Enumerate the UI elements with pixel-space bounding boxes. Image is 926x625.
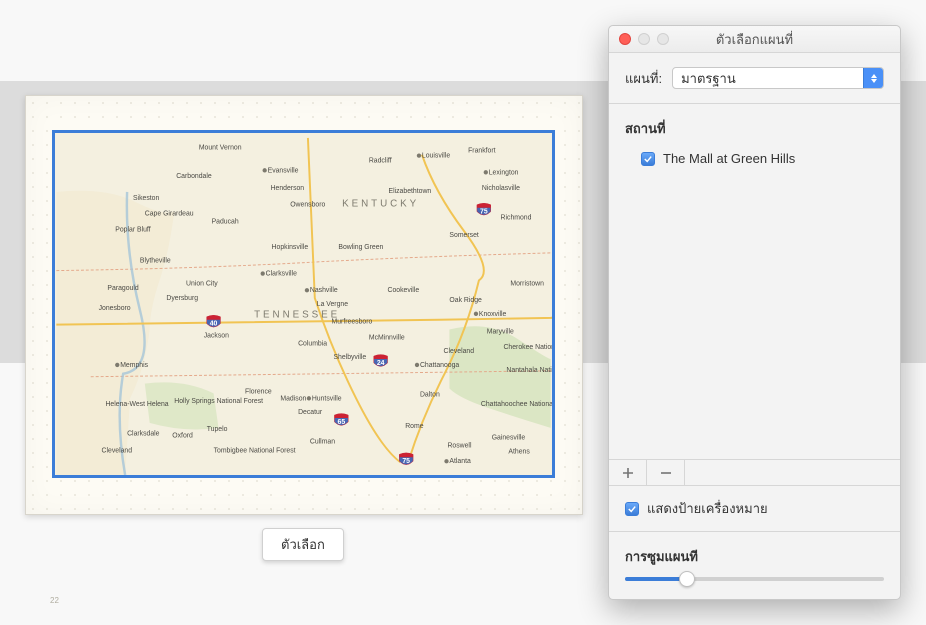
map-city-label: Columbia: [298, 340, 327, 347]
map-city-label: Louisville: [422, 153, 450, 160]
maximize-button[interactable]: [657, 33, 669, 45]
map-city-label: Nantahala National Forest: [506, 367, 552, 374]
svg-text:65: 65: [338, 419, 346, 426]
places-title: สถานที่: [625, 118, 884, 139]
map-city-label: Athens: [508, 448, 530, 455]
map-city-label: Dyersburg: [166, 295, 198, 302]
map-city-label: Richmond: [501, 214, 532, 221]
remove-place-button[interactable]: [647, 460, 685, 485]
show-labels-label: แสดงป้ายเครื่องหมาย: [647, 498, 768, 519]
svg-text:75: 75: [402, 458, 410, 465]
map-city-label: Dalton: [420, 391, 440, 398]
map-city-label: Somerset: [449, 232, 478, 239]
map-city-label: Shelbyville: [333, 354, 366, 361]
map-type-label: แผนที่:: [625, 68, 662, 89]
map-city-label: Henderson: [271, 185, 305, 192]
map-city-label: Oxford: [172, 433, 193, 440]
checkmark-icon: [628, 505, 636, 513]
plus-icon: [622, 467, 634, 479]
map-city-label: Memphis: [120, 362, 148, 369]
map-city-label: Jonesboro: [99, 305, 131, 312]
map-city-label: Nashville: [310, 287, 338, 294]
map-city-label: Atlanta: [449, 458, 471, 465]
map-city-label: Paducah: [212, 218, 239, 225]
map-city-label: Oak Ridge: [449, 297, 482, 304]
zoom-slider[interactable]: [625, 577, 884, 581]
close-button[interactable]: [619, 33, 631, 45]
svg-text:75: 75: [480, 209, 488, 216]
map-city-label: Nicholasville: [482, 185, 520, 192]
map-city-label: Union City: [186, 280, 218, 287]
map-city-label: Jackson: [204, 332, 229, 339]
map-city-label: Morristown: [510, 280, 544, 287]
map-city-label: Cherokee National Forest: [503, 344, 552, 351]
options-button[interactable]: ตัวเลือก: [262, 528, 344, 561]
map-state-label: TENNESSEE: [254, 310, 340, 321]
svg-text:24: 24: [377, 360, 385, 367]
map-city-label: Elizabethtown: [389, 188, 432, 195]
add-place-button[interactable]: [609, 460, 647, 485]
minimize-button[interactable]: [638, 33, 650, 45]
map-city-label: Mount Vernon: [199, 145, 242, 152]
map-city-label: Chattahoochee National Forest: [481, 401, 552, 408]
map-city-label: Bowling Green: [338, 244, 383, 251]
map-city-label: Radcliff: [369, 157, 392, 164]
map-city-label: Cape Girardeau: [145, 211, 194, 218]
map-city-label: Cleveland: [444, 348, 475, 355]
map-city-label: Cookeville: [388, 287, 420, 294]
place-label: The Mall at Green Hills: [663, 151, 795, 166]
map-city-label: Lexington: [489, 169, 519, 176]
map-type-value: มาตรฐาน: [681, 68, 736, 89]
map-city-label: McMinnville: [369, 334, 405, 341]
map-city-label: Cullman: [310, 439, 335, 446]
zoom-title: การซูมแผนที: [625, 546, 884, 567]
list-item[interactable]: The Mall at Green Hills: [625, 149, 884, 168]
map-city-label: Madison: [280, 395, 306, 402]
place-checkbox[interactable]: [641, 152, 655, 166]
map-city-label: Tombigbee National Forest: [214, 447, 296, 454]
map-city-label: Poplar Bluff: [115, 226, 150, 233]
map-city-label: Decatur: [298, 409, 323, 416]
map-city-label: Paragould: [107, 285, 138, 292]
map-city-label: Frankfort: [468, 148, 496, 155]
slider-thumb[interactable]: [679, 571, 695, 587]
map-state-label: KENTUCKY: [342, 199, 419, 210]
map-frame[interactable]: Mount Vernon Carbondale Evansville Henderso…: [52, 130, 555, 478]
map-city-label: Huntsville: [312, 395, 342, 402]
map-city-label: Blytheville: [140, 258, 171, 265]
map-city-label: Knoxville: [479, 311, 507, 318]
map-city-label: Sikeston: [133, 195, 159, 202]
map-city-label: Clarksville: [266, 271, 297, 278]
map-city-label: Chattanooga: [420, 362, 459, 369]
map-city-label: La Vergne: [317, 301, 348, 308]
slider-fill: [625, 577, 687, 581]
traffic-lights: [619, 33, 669, 45]
map-city-label: Cleveland: [102, 447, 133, 454]
map-city-label: Helena-West Helena: [105, 401, 168, 408]
checkmark-icon: [644, 155, 652, 163]
svg-text:40: 40: [210, 321, 218, 328]
map-city-label: Owensboro: [290, 202, 325, 209]
show-labels-checkbox[interactable]: [625, 502, 639, 516]
map-city-label: Hopkinsville: [272, 244, 309, 251]
page-number: 22: [50, 596, 59, 605]
map-city-label: Maryville: [487, 328, 514, 335]
map-city-label: Holly Springs National Forest: [174, 398, 263, 405]
map-city-label: Roswell: [447, 442, 471, 449]
map-type-select[interactable]: มาตรฐาน: [672, 67, 884, 89]
map-city-label: Carbondale: [176, 173, 212, 180]
map-city-label: Rome: [405, 423, 423, 430]
map-canvas[interactable]: Mount Vernon Carbondale Evansville Henderso…: [55, 133, 552, 475]
places-list: The Mall at Green Hills: [609, 149, 900, 460]
map-city-label: Evansville: [268, 167, 299, 174]
minus-icon: [660, 467, 672, 479]
map-city-label: Tupelo: [207, 426, 228, 433]
map-city-label: Clarksdale: [127, 431, 160, 438]
map-city-label: Gainesville: [492, 435, 526, 442]
map-options-panel: ตัวเลือกแผนที่ แผนที่: มาตรฐาน สถานที่ T…: [608, 25, 901, 600]
panel-titlebar[interactable]: ตัวเลือกแผนที่: [609, 26, 900, 53]
select-caret-icon: [863, 68, 883, 88]
map-city-label: Florence: [245, 388, 272, 395]
